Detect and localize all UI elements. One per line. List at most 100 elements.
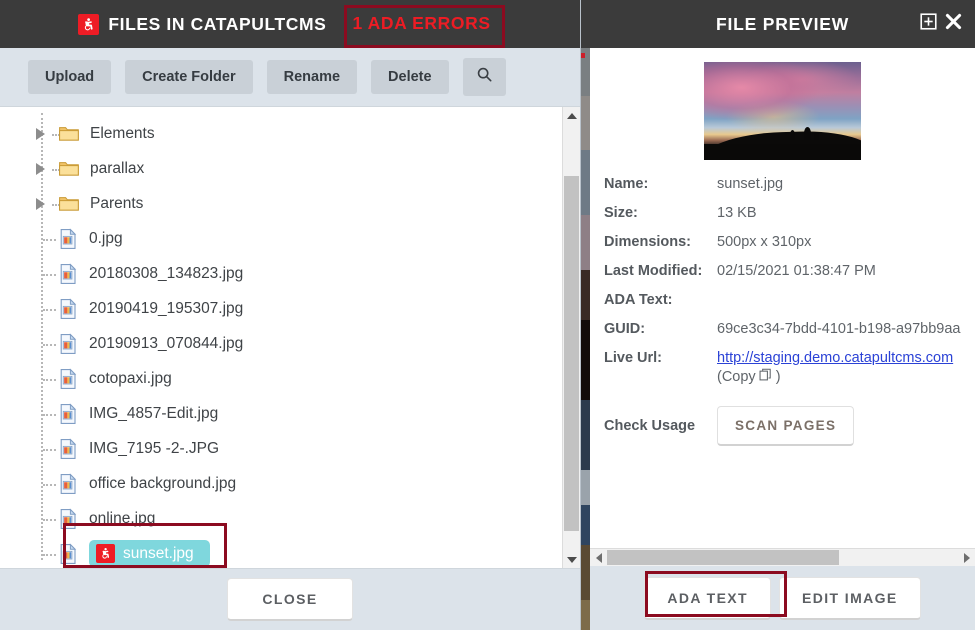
tree-item[interactable]: IMG_7195 -2-.JPG xyxy=(0,431,562,466)
file-preview-body: Name: sunset.jpg Size: 13 KB Dimensions:… xyxy=(590,48,975,548)
tree-item[interactable]: online.jpg xyxy=(0,501,562,536)
expand-triangle-icon[interactable] xyxy=(36,162,45,175)
app-root: FILES IN CATAPULTCMS 1 ADA ERRORS Upload… xyxy=(0,0,975,630)
tree-item-label: 20190913_070844.jpg xyxy=(89,334,244,352)
preview-horizontal-scrollbar[interactable] xyxy=(590,548,975,566)
close-icon[interactable] xyxy=(945,13,962,35)
file-manager-title: FILES IN CATAPULTCMS xyxy=(108,13,327,34)
edit-image-button[interactable]: EDIT IMAGE xyxy=(779,576,921,620)
file-preview-title: FILE PREVIEW xyxy=(715,13,850,34)
image-file-icon xyxy=(57,507,79,530)
field-last-modified-label: Last Modified: xyxy=(604,263,703,279)
tree-item-label: Elements xyxy=(90,124,155,142)
file-manager-toolbar: Upload Create Folder Rename Delete xyxy=(0,48,580,106)
expand-triangle-icon[interactable] xyxy=(36,127,45,140)
search-icon xyxy=(476,66,493,88)
scroll-thumb[interactable] xyxy=(564,176,579,531)
tree-item[interactable]: Parents xyxy=(0,186,562,221)
field-live-url: Live Url: http://staging.demo.catapultcm… xyxy=(604,350,975,386)
scroll-track[interactable] xyxy=(563,124,580,551)
scroll-right-arrow-icon[interactable] xyxy=(958,549,975,566)
scan-pages-button[interactable]: SCAN PAGES xyxy=(717,406,855,446)
ada-errors-badge[interactable]: 1 ADA ERRORS xyxy=(341,8,501,40)
field-dimensions: Dimensions: 500px x 310px xyxy=(604,234,975,250)
image-file-icon xyxy=(57,402,79,425)
copy-close-paren: ) xyxy=(775,369,781,385)
file-preview-dialog: FILE PREVIEW Name: sunset.jpg Size: 13 K… xyxy=(590,0,975,630)
scroll-down-arrow-icon[interactable] xyxy=(563,551,580,568)
file-tree-scrollbar[interactable] xyxy=(562,107,580,568)
field-guid: GUID: 69ce3c34-7bdd-4101-b198-a97bb9aa xyxy=(604,321,975,337)
tree-connector xyxy=(43,413,56,416)
tree-item-label: 20180308_134823.jpg xyxy=(89,264,244,282)
tree-item-label: sunset.jpg xyxy=(123,544,194,562)
tree-item-selected[interactable]: sunset.jpg xyxy=(0,536,562,568)
scroll-up-arrow-icon[interactable] xyxy=(563,107,580,124)
tree-item-label: parallax xyxy=(90,159,145,177)
tree-item[interactable]: office background.jpg xyxy=(0,466,562,501)
field-name-value: sunset.jpg xyxy=(717,176,784,192)
tree-item-label: office background.jpg xyxy=(89,474,237,492)
expand-triangle-icon[interactable] xyxy=(36,197,45,210)
file-preview-header: FILE PREVIEW xyxy=(590,0,975,48)
tree-item[interactable]: 20180308_134823.jpg xyxy=(0,256,562,291)
scroll-left-arrow-icon[interactable] xyxy=(590,549,607,566)
tree-item-label: IMG_4857-Edit.jpg xyxy=(89,404,219,422)
tree-item[interactable]: 20190913_070844.jpg xyxy=(0,326,562,361)
field-size: Size: 13 KB xyxy=(604,205,975,221)
field-name: Name: sunset.jpg xyxy=(604,176,975,192)
close-button[interactable]: CLOSE xyxy=(227,578,353,621)
accessibility-icon xyxy=(96,544,115,563)
image-file-icon xyxy=(57,297,79,320)
rename-button[interactable]: Rename xyxy=(266,59,358,95)
tree-item[interactable]: 20190419_195307.jpg xyxy=(0,291,562,326)
delete-button[interactable]: Delete xyxy=(371,59,449,95)
field-name-label: Name: xyxy=(604,176,649,192)
live-url-link[interactable]: http://staging.demo.catapultcms.com xyxy=(717,350,953,366)
accessibility-icon xyxy=(78,13,100,35)
field-last-modified: Last Modified: 02/15/2021 01:38:47 PM xyxy=(604,263,975,279)
image-file-icon xyxy=(57,472,79,495)
ada-text-button[interactable]: ADA TEXT xyxy=(644,576,771,620)
image-file-icon xyxy=(57,227,79,250)
upload-button[interactable]: Upload xyxy=(28,59,112,95)
field-live-url-label: Live Url: xyxy=(604,350,663,366)
tree-item-label: 20190419_195307.jpg xyxy=(89,299,244,317)
folder-icon xyxy=(58,123,80,145)
image-file-icon xyxy=(57,367,79,390)
file-preview-footer: ADA TEXT EDIT IMAGE xyxy=(590,566,975,630)
tree-connector xyxy=(43,378,56,381)
folder-icon xyxy=(58,193,80,215)
selection-highlight[interactable]: sunset.jpg xyxy=(89,540,210,567)
field-size-label: Size: xyxy=(604,205,638,221)
image-file-icon xyxy=(57,542,79,565)
create-folder-button[interactable]: Create Folder xyxy=(125,59,253,95)
copy-icon[interactable] xyxy=(759,368,773,386)
tree-item-label: IMG_7195 -2-.JPG xyxy=(89,439,220,457)
tree-item[interactable]: parallax xyxy=(0,151,562,186)
tree-item[interactable]: cotopaxi.jpg xyxy=(0,361,562,396)
field-dimensions-value: 500px x 310px xyxy=(717,234,812,250)
folder-icon xyxy=(58,158,80,180)
tree-connector xyxy=(43,448,56,451)
tree-item[interactable]: 0.jpg xyxy=(0,221,562,256)
field-size-value: 13 KB xyxy=(717,205,757,221)
search-button[interactable] xyxy=(462,58,506,96)
image-file-icon xyxy=(57,262,79,285)
tree-item-label: Parents xyxy=(90,194,144,212)
file-tree: Elements parallax Parents 0.jpg 20180308_134… xyxy=(0,107,562,568)
hscroll-thumb[interactable] xyxy=(607,550,839,565)
tree-item-label: 0.jpg xyxy=(89,229,123,247)
field-ada-text-label: ADA Text: xyxy=(604,292,673,308)
tree-item[interactable]: Elements xyxy=(0,116,562,151)
hscroll-track[interactable] xyxy=(607,549,958,566)
check-usage-label: Check Usage xyxy=(604,418,696,434)
image-file-icon xyxy=(57,437,79,460)
tree-item[interactable]: IMG_4857-Edit.jpg xyxy=(0,396,562,431)
tree-connector xyxy=(43,308,56,311)
field-guid-value: 69ce3c34-7bdd-4101-b198-a97bb9aa xyxy=(717,321,961,337)
maximize-icon[interactable] xyxy=(920,13,937,35)
tree-connector xyxy=(43,238,56,241)
tree-connector xyxy=(43,518,56,521)
tree-item-label: online.jpg xyxy=(89,509,156,527)
